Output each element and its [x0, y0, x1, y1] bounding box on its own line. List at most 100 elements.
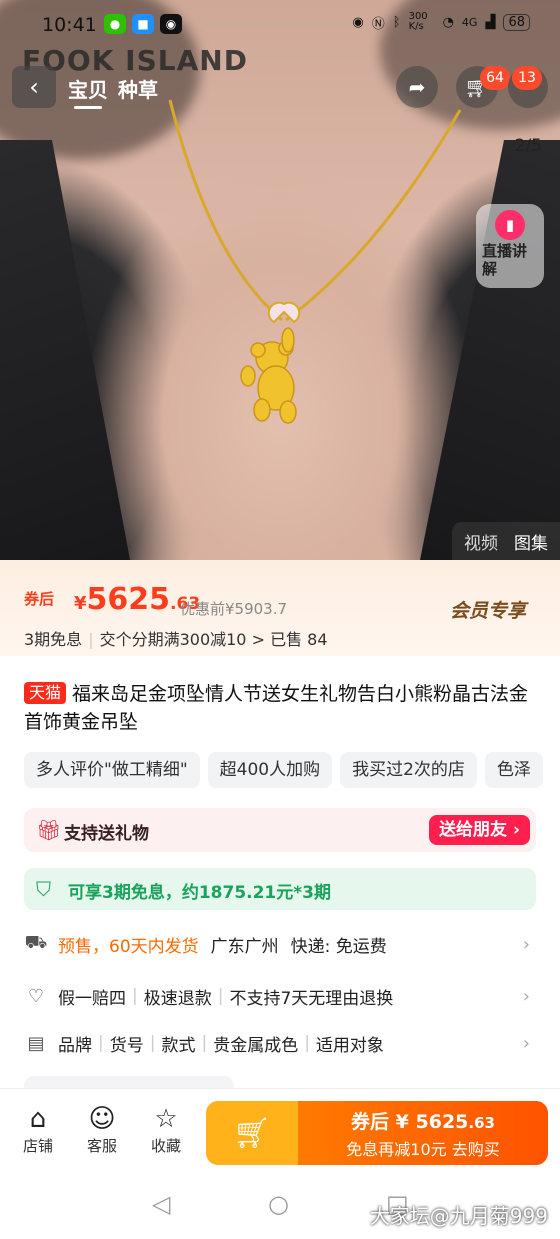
nav-home-icon[interactable]: ○ — [268, 1190, 289, 1218]
buy-coupon-label: 券后 — [351, 1111, 390, 1133]
interest-free-text: 可享3期免息，约1875.21元*3期 — [68, 883, 331, 903]
tab-video[interactable]: 视频 — [464, 529, 498, 554]
send-to-friend-label: 送给朋友 — [439, 820, 508, 840]
detail-tabs: 宝贝 种草 — [68, 74, 158, 109]
guarantee-item: 假一赔四 — [58, 988, 126, 1009]
live-explain-button[interactable]: ▮ 直播讲解 — [476, 204, 544, 288]
wifi-icon: ◔ — [442, 14, 454, 30]
service-label: 客服 — [86, 1137, 117, 1155]
product-title: 天猫 福来岛足金项坠情人节送女生礼物告白小熊粉晶古法金首饰黄金吊坠 — [24, 680, 540, 736]
live-icon: ▮ — [495, 210, 525, 240]
buy-subline: 免息再减10元 去购买 — [346, 1140, 500, 1159]
presale-text: 预售，60天内发货 — [58, 936, 199, 957]
param-item: 货号 — [109, 1035, 144, 1056]
system-indicators: ◉ Ⓝ ᛒ 300 K/s ◔ 4G ▟ 68 — [352, 12, 530, 32]
sold-count: 已售 84 — [270, 630, 328, 649]
param-item: 品牌 — [58, 1035, 92, 1056]
more-badge: 13 — [512, 66, 542, 90]
shipping-row[interactable]: ⛟ 预售，60天内发货 广东广州 快递: 免运费 › — [24, 924, 536, 964]
chip-review[interactable]: 多人评价"做工精细" — [24, 752, 200, 788]
top-navigation: ‹ 宝贝 种草 ➦ 🛒︎ 64 ⋯ 13 — [12, 66, 548, 110]
tab-gallery[interactable]: 图集 — [514, 529, 548, 554]
param-item: 贵金属成色 — [213, 1035, 299, 1056]
installment-label: 3期免息 — [24, 630, 83, 649]
express-fee: 快递: 免运费 — [290, 936, 387, 957]
tab-seeding[interactable]: 种草 — [118, 74, 158, 109]
shield-check-icon: ⛉ — [36, 877, 51, 901]
gift-label: 支持送礼物 — [64, 824, 149, 844]
image-counter: 2/5 — [514, 136, 542, 156]
wechat-icon: ● — [104, 14, 126, 34]
buy-price-main: 5625 — [415, 1111, 469, 1133]
bottom-action-bar: ⌂ 店铺 ☺ 客服 ☆ 收藏 🛒︎ 券后 ¥ 5625.63 免息再减10元 去… — [0, 1088, 560, 1176]
guarantee-item: 极速退款 — [143, 988, 212, 1009]
store-icon: ⌂ — [29, 1104, 47, 1134]
chevron-right-icon: › — [522, 985, 530, 1007]
send-to-friend-button[interactable]: 送给朋友 › — [429, 815, 530, 845]
member-exclusive[interactable]: 会员专享 — [450, 596, 526, 623]
favorite-button[interactable]: ☆ 收藏 — [136, 1103, 196, 1156]
media-tabs: 视频 图集 — [452, 522, 560, 560]
chip-repeat-store[interactable]: 我买过2次的店 — [340, 752, 477, 788]
coupon-label: 券后 — [24, 590, 55, 608]
param-item: 适用对象 — [315, 1035, 384, 1056]
service-button[interactable]: ☺ 客服 — [72, 1103, 132, 1156]
share-button[interactable]: ➦ — [396, 66, 438, 108]
cart-badge: 64 — [480, 66, 510, 90]
clipboard-icon: ▤ — [27, 1032, 45, 1054]
params-row[interactable]: ▤ 品牌 | 货号 | 款式 | 贵金属成色 | 适用对象 › — [24, 1023, 536, 1063]
watermark: 大家坛@九月菊999 — [369, 1204, 548, 1228]
product-title-text: 福来岛足金项坠情人节送女生礼物告白小熊粉晶古法金首饰黄金吊坠 — [24, 683, 529, 733]
truck-icon: ⛟ — [24, 932, 48, 953]
chevron-right-icon: › — [522, 1032, 530, 1054]
chevron-right-icon: › — [522, 933, 530, 955]
price-main: 5625 — [86, 582, 171, 617]
buy-price-line: 券后 ¥ 5625.63 — [351, 1111, 495, 1133]
currency-symbol: ¥ — [74, 593, 87, 614]
gift-row[interactable]: 🎁︎ 支持送礼物 送给朋友 › — [24, 808, 536, 852]
chevron-left-icon: ‹ — [29, 73, 39, 101]
tab-item[interactable]: 宝贝 — [68, 74, 108, 109]
status-bar: 10:41 ● ■ ◉ ◉ Ⓝ ᛒ 300 K/s ◔ 4G ▟ 68 — [0, 0, 560, 44]
nav-back-icon[interactable]: ◁ — [152, 1190, 170, 1218]
signal-label: 4G — [461, 15, 478, 29]
add-to-cart-button[interactable]: 🛒︎ — [206, 1101, 298, 1165]
battery-indicator: 68 — [503, 13, 530, 31]
store-label: 店铺 — [22, 1137, 53, 1155]
notification-icons: ● ■ ◉ — [104, 14, 182, 34]
heart-icon: ♡ — [27, 985, 45, 1007]
share-icon: ➦ — [408, 75, 426, 99]
eye-icon: ◉ — [352, 14, 364, 30]
service-icon: ☺ — [88, 1104, 116, 1134]
message-icon: ■ — [132, 14, 154, 34]
back-button[interactable]: ‹ — [12, 66, 56, 108]
store-button[interactable]: ⌂ 店铺 — [8, 1103, 68, 1156]
bluetooth-icon: ᛒ — [392, 14, 401, 30]
chip-color[interactable]: 色泽 — [484, 752, 543, 788]
status-time: 10:41 — [42, 14, 97, 36]
interest-free-row[interactable]: ⛉ 可享3期免息，约1875.21元*3期 — [24, 868, 536, 910]
highlight-chips: 多人评价"做工精细" 超400人加购 我买过2次的店 色泽 — [24, 752, 543, 788]
chip-cart-count[interactable]: 超400人加购 — [207, 752, 333, 788]
favorite-label: 收藏 — [150, 1137, 181, 1155]
ship-origin: 广东广州 — [210, 936, 279, 957]
param-item: 款式 — [161, 1035, 196, 1056]
installment-info[interactable]: 3期免息 | 交个分期满300减10 > 已售 84 — [24, 626, 328, 650]
installment-detail: 交个分期满300减10 — [99, 630, 247, 649]
guarantee-item: 不支持7天无理由退换 — [229, 988, 394, 1009]
network-speed: 300 K/s — [408, 11, 428, 32]
cart-plus-icon: 🛒︎ — [232, 1115, 272, 1151]
tmall-badge: 天猫 — [24, 682, 67, 704]
purchase-buttons: 🛒︎ 券后 ¥ 5625.63 免息再减10元 去购买 — [206, 1101, 548, 1165]
buy-now-button[interactable]: 券后 ¥ 5625.63 免息再减10元 去购买 — [298, 1101, 548, 1165]
live-label: 直播讲解 — [482, 242, 528, 278]
guarantee-row[interactable]: ♡ 假一赔四 | 极速退款 | 不支持7天无理由退换 › — [24, 976, 536, 1016]
buy-price-decimal: .63 — [468, 1114, 495, 1132]
original-price: 优惠前¥5903.7 — [180, 600, 288, 618]
star-icon: ☆ — [154, 1104, 178, 1134]
gift-icon: 🎁︎ — [36, 818, 62, 842]
signal-icon: ▟ — [485, 14, 496, 30]
chevron-right-icon: > — [246, 630, 271, 649]
nfc-icon: Ⓝ — [371, 16, 385, 32]
qq-icon: ◉ — [160, 14, 182, 34]
